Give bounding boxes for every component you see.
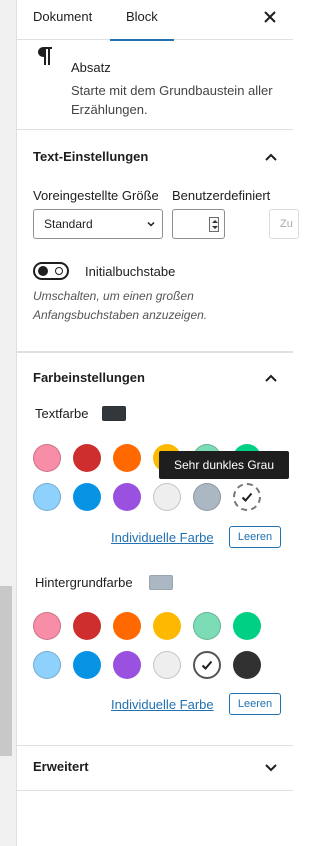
background-color-swatch[interactable] — [233, 612, 261, 640]
background-color-swatch[interactable] — [153, 612, 181, 640]
text-color-swatch[interactable] — [73, 444, 101, 472]
background-custom-color-link[interactable]: Individuelle Farbe — [111, 697, 214, 712]
text-color-swatch[interactable] — [73, 483, 101, 511]
chevron-down-icon — [147, 221, 155, 227]
text-color-swatch[interactable] — [233, 483, 261, 511]
select-value: Standard — [44, 217, 93, 231]
tab-document[interactable]: Dokument — [33, 0, 92, 40]
custom-size-input[interactable] — [172, 209, 225, 239]
text-color-swatch[interactable] — [113, 444, 141, 472]
background-color-label: Hintergrundfarbe — [35, 575, 133, 590]
background-color-swatch[interactable] — [33, 612, 61, 640]
section-title: Erweitert — [33, 759, 89, 774]
chevron-down-icon[interactable] — [263, 759, 279, 775]
chevron-up-icon[interactable] — [263, 370, 279, 386]
spinner-arrows[interactable] — [209, 217, 219, 232]
check-icon — [241, 492, 253, 502]
text-color-swatch[interactable] — [33, 483, 61, 511]
paragraph-icon — [38, 47, 52, 65]
tab-block[interactable]: Block — [110, 0, 174, 41]
advanced-panel[interactable]: Erweitert — [17, 745, 293, 791]
text-color-swatch[interactable] — [33, 444, 61, 472]
check-icon — [201, 660, 213, 670]
section-title: Text-Einstellungen — [33, 149, 149, 164]
background-color-swatch[interactable] — [193, 651, 221, 679]
block-title: Absatz — [71, 60, 111, 75]
background-color-swatch[interactable] — [193, 612, 221, 640]
reset-button[interactable]: Zu — [269, 209, 299, 239]
background-color-swatch[interactable] — [113, 612, 141, 640]
background-color-swatch[interactable] — [33, 651, 61, 679]
dropcap-toggle[interactable] — [33, 262, 69, 280]
section-title: Farbeinstellungen — [33, 370, 145, 385]
toggle-off-mark — [55, 267, 63, 275]
text-color-swatch[interactable] — [193, 483, 221, 511]
settings-sidebar: Dokument Block Absatz Starte mit dem Gru… — [17, 0, 299, 846]
text-clear-button[interactable]: Leeren — [229, 526, 281, 548]
color-tooltip: Sehr dunkles Grau — [159, 451, 289, 479]
background-clear-button[interactable]: Leeren — [229, 693, 281, 715]
background-color-swatch[interactable] — [73, 651, 101, 679]
color-header[interactable]: Farbeinstellungen — [17, 352, 293, 404]
font-size-select[interactable]: Standard — [33, 209, 163, 239]
background-color-swatch[interactable] — [113, 651, 141, 679]
background-color-swatch[interactable] — [73, 612, 101, 640]
dropcap-label: Initialbuchstabe — [85, 264, 176, 279]
block-description: Starte mit dem Grundbaustein aller Erzäh… — [71, 83, 273, 117]
text-color-label: Textfarbe — [35, 406, 89, 421]
background-color-swatch[interactable] — [153, 651, 181, 679]
custom-size-label: Benutzerdefiniert — [172, 188, 271, 203]
dropcap-help: Umschalten, um einen großen Anfangsbuchs… — [33, 289, 208, 322]
text-custom-color-link[interactable]: Individuelle Farbe — [111, 530, 214, 545]
chevron-up-icon[interactable] — [263, 149, 279, 165]
text-color-swatch[interactable] — [113, 483, 141, 511]
left-scrollbar-thumb[interactable] — [0, 586, 12, 756]
close-icon[interactable] — [261, 8, 279, 26]
sidebar-tabs: Dokument Block — [17, 0, 293, 41]
toggle-knob — [38, 266, 48, 276]
block-card: Absatz Starte mit dem Grundbaustein alle… — [17, 40, 293, 130]
preset-size-label: Voreingestellte Größe — [33, 188, 159, 203]
background-color-indicator — [149, 575, 173, 590]
typography-header[interactable]: Text-Einstellungen — [17, 131, 293, 183]
background-color-swatch[interactable] — [233, 651, 261, 679]
text-color-indicator — [102, 406, 126, 421]
text-color-swatch[interactable] — [153, 483, 181, 511]
